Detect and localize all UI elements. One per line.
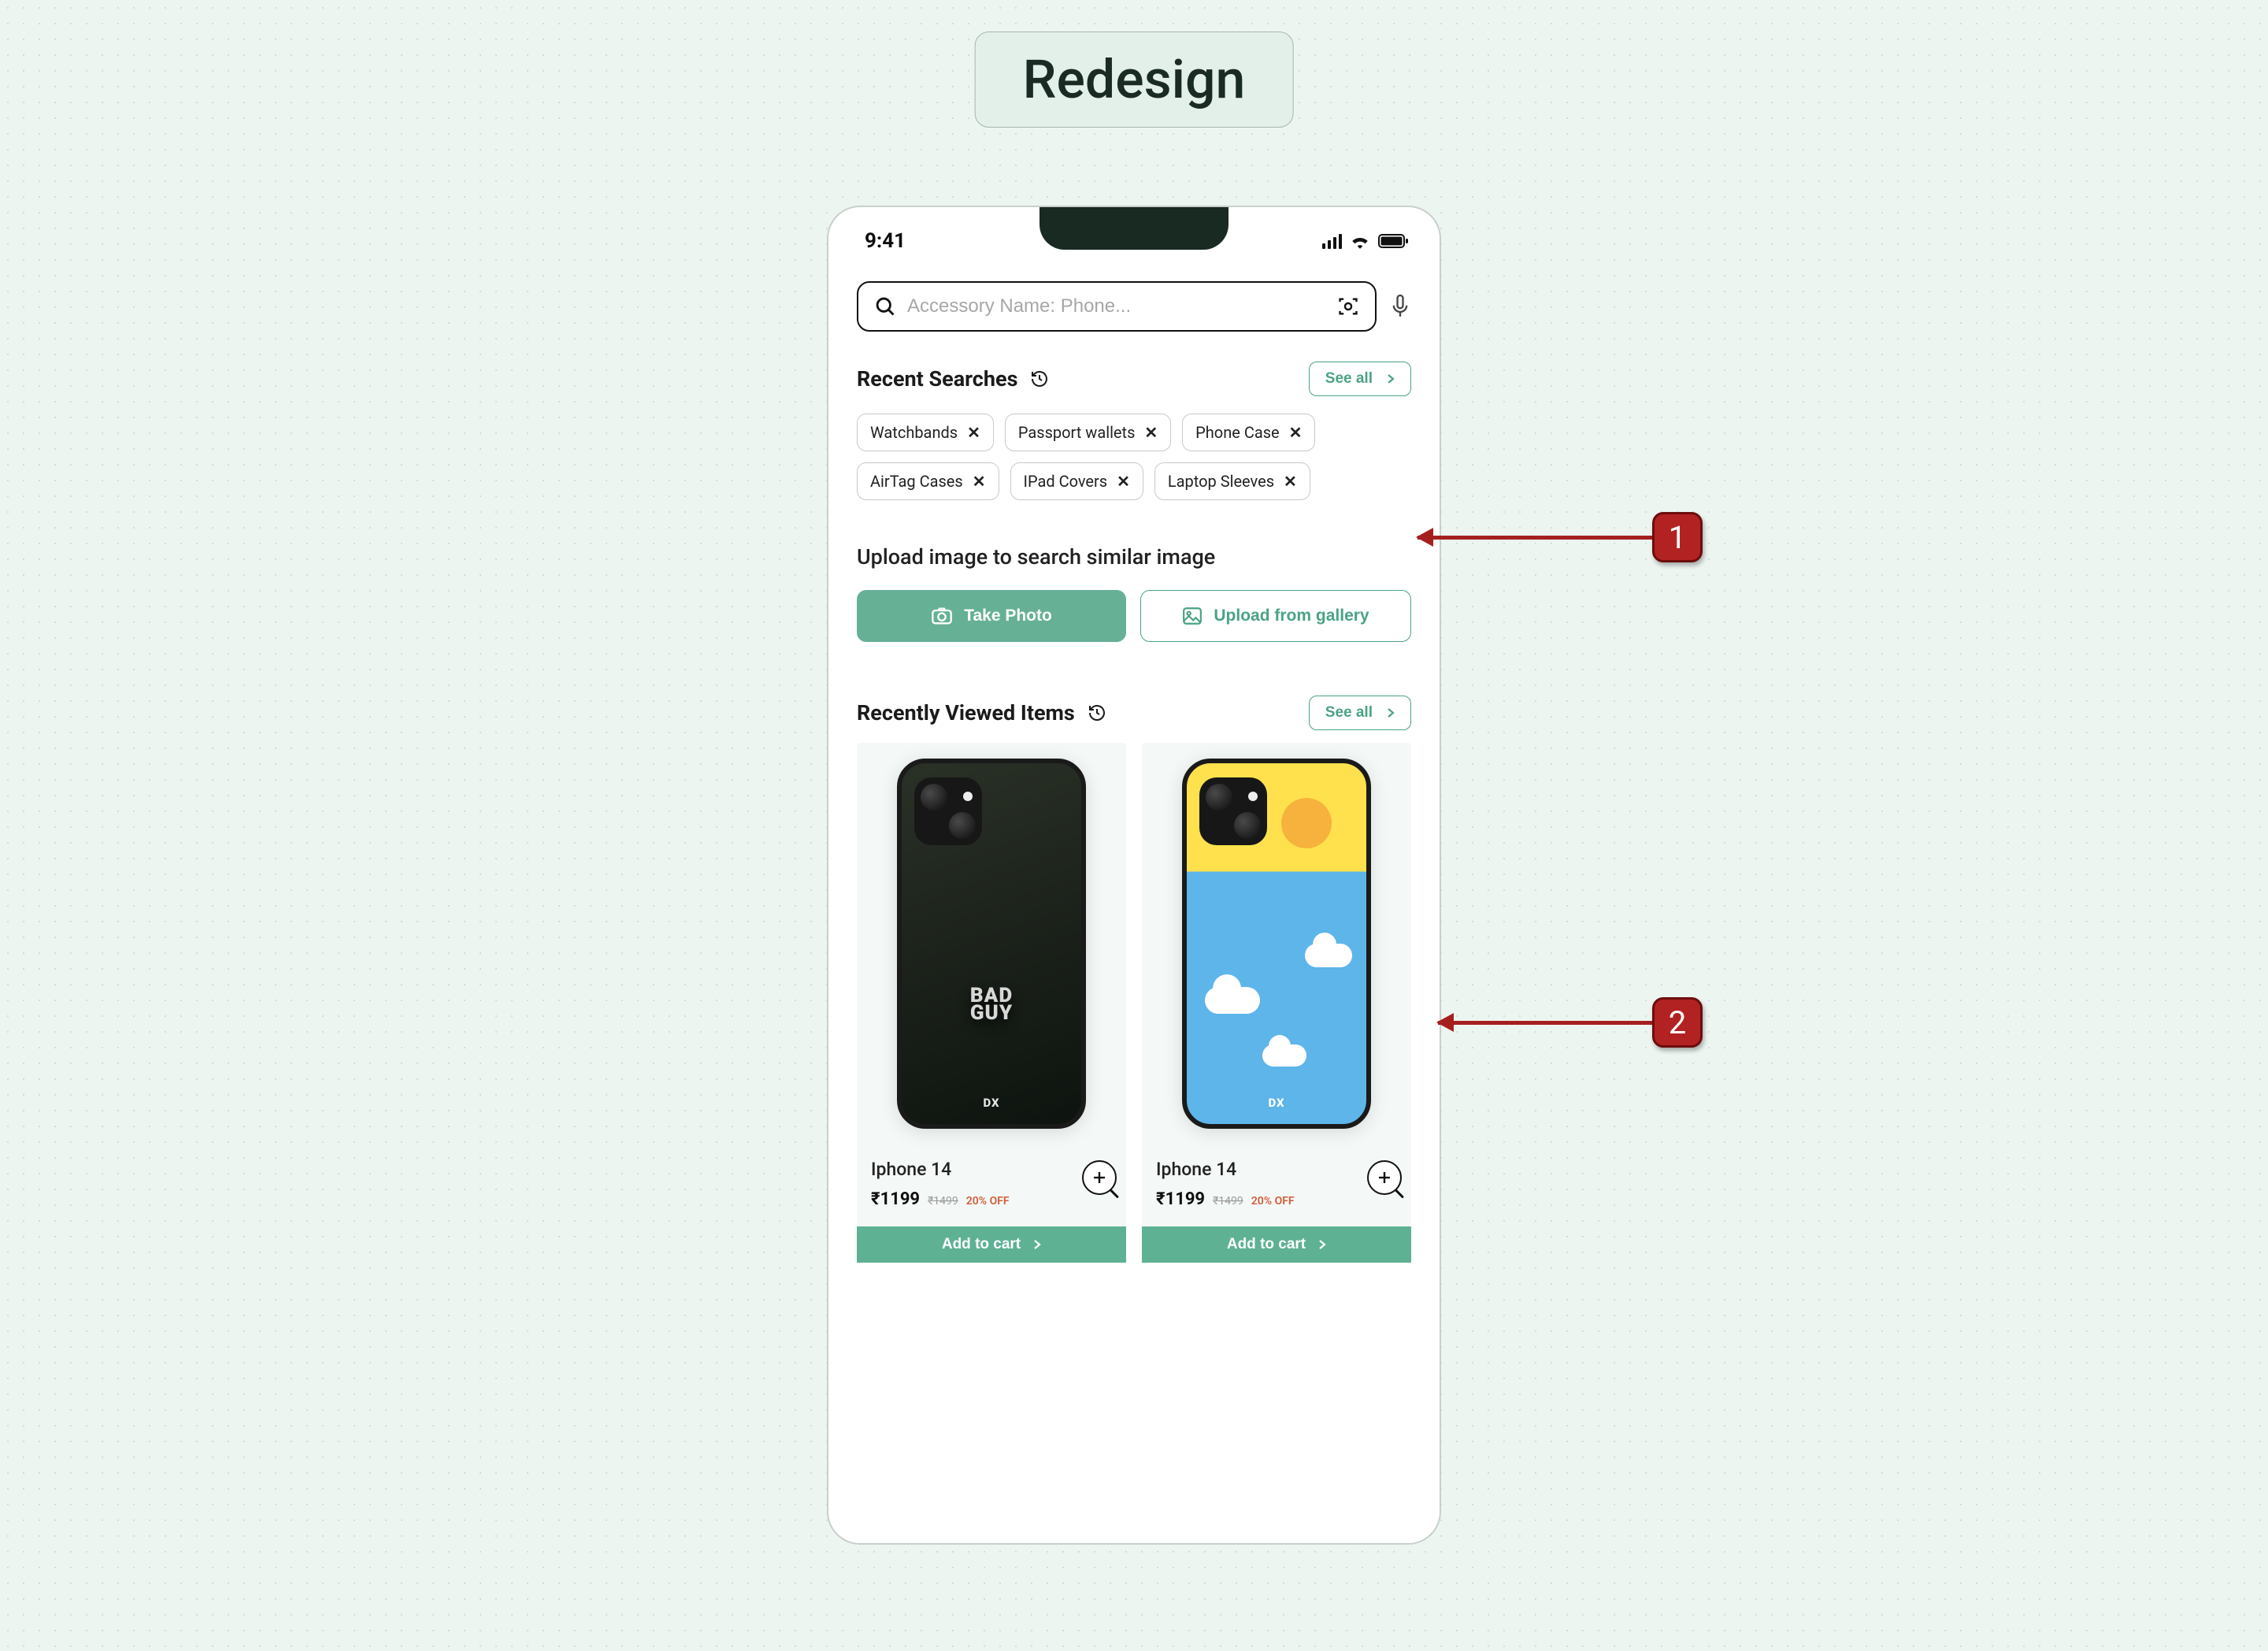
chip-label: Laptop Sleeves (1168, 472, 1274, 491)
add-cart-label: Add to cart (942, 1236, 1021, 1253)
chevron-right-icon (1387, 373, 1395, 384)
products-row: BADGUY DX Iphone 14 ₹1199 ₹1499 20% OFF … (828, 743, 1440, 1263)
chip-watchbands[interactable]: Watchbands ✕ (857, 414, 994, 451)
product-image: BADGUY DX (857, 743, 1126, 1145)
page-title-badge: Redesign (975, 32, 1294, 128)
chevron-right-icon (1318, 1239, 1326, 1250)
see-all-recent-button[interactable]: See all (1309, 362, 1411, 396)
zoom-button[interactable] (1367, 1160, 1402, 1195)
battery-icon (1378, 233, 1410, 249)
search-box[interactable] (857, 281, 1377, 332)
annotation-marker-1: 1 (1652, 512, 1703, 562)
status-time: 9:41 (865, 229, 906, 253)
zoom-button[interactable] (1082, 1160, 1117, 1195)
chip-laptop-sleeves[interactable]: Laptop Sleeves ✕ (1154, 462, 1310, 500)
see-all-label: See all (1325, 370, 1373, 388)
close-icon[interactable]: ✕ (1289, 423, 1303, 442)
product-orig-price: ₹1499 (1213, 1195, 1243, 1208)
chip-passport-wallets[interactable]: Passport wallets ✕ (1005, 414, 1171, 451)
recent-title: Recent Searches (857, 366, 1017, 391)
upload-gallery-button[interactable]: Upload from gallery (1140, 590, 1411, 642)
annotation-marker-2: 2 (1652, 997, 1703, 1048)
image-icon (1182, 607, 1203, 625)
add-cart-label: Add to cart (1227, 1236, 1306, 1253)
chip-airtag-cases[interactable]: AirTag Cases ✕ (857, 462, 999, 500)
product-card[interactable]: BADGUY DX Iphone 14 ₹1199 ₹1499 20% OFF … (857, 743, 1126, 1263)
plus-icon (1377, 1170, 1392, 1185)
see-all-label: See all (1325, 704, 1373, 722)
search-input[interactable] (907, 295, 1326, 317)
close-icon[interactable]: ✕ (1117, 472, 1130, 491)
take-photo-button[interactable]: Take Photo (857, 590, 1126, 642)
chip-label: Phone Case (1195, 423, 1279, 442)
recent-searches-section: Recent Searches See all Watchbands ✕ Pass… (828, 339, 1440, 642)
chip-ipad-covers[interactable]: IPad Covers ✕ (1010, 462, 1143, 500)
product-discount: 20% OFF (1251, 1195, 1295, 1208)
wifi-icon (1350, 233, 1370, 249)
device-notch (1040, 206, 1228, 250)
mic-icon[interactable] (1389, 293, 1411, 320)
annotation-arrow-1 (1418, 536, 1654, 540)
scan-icon[interactable] (1337, 295, 1359, 317)
recent-chips: Watchbands ✕ Passport wallets ✕ Phone Case… (857, 414, 1411, 500)
search-icon (874, 295, 896, 317)
chevron-right-icon (1387, 707, 1395, 718)
take-photo-label: Take Photo (964, 607, 1052, 625)
history-icon (1088, 703, 1106, 722)
status-right (1322, 233, 1410, 249)
recently-viewed-section: Recently Viewed Items See all (828, 673, 1440, 748)
close-icon[interactable]: ✕ (967, 423, 980, 442)
chip-label: Watchbands (870, 423, 958, 442)
product-name: Iphone 14 (871, 1159, 1112, 1180)
product-image: DX (1142, 743, 1411, 1145)
camera-icon (931, 607, 953, 625)
close-icon[interactable]: ✕ (1284, 472, 1297, 491)
product-discount: 20% OFF (966, 1195, 1010, 1208)
annotation-arrow-2 (1438, 1021, 1654, 1025)
phone-frame: 9:41 Recent Searches See all Watchb (827, 206, 1441, 1545)
viewed-title: Recently Viewed Items (857, 700, 1075, 725)
add-to-cart-button[interactable]: Add to cart (857, 1226, 1126, 1263)
chevron-right-icon (1033, 1239, 1041, 1250)
product-price: ₹1199 (1156, 1189, 1205, 1209)
chip-label: IPad Covers (1024, 472, 1108, 491)
history-icon (1030, 369, 1049, 388)
product-name: Iphone 14 (1156, 1159, 1397, 1180)
see-all-viewed-button[interactable]: See all (1309, 696, 1411, 730)
signal-icon (1322, 233, 1343, 249)
plus-icon (1091, 1170, 1107, 1185)
chip-label: AirTag Cases (870, 472, 963, 491)
chip-label: Passport wallets (1018, 423, 1136, 442)
close-icon[interactable]: ✕ (1144, 423, 1158, 442)
product-card[interactable]: DX Iphone 14 ₹1199 ₹1499 20% OFF Add to … (1142, 743, 1411, 1263)
product-price: ₹1199 (871, 1189, 920, 1209)
upload-title: Upload image to search similar image (857, 544, 1411, 570)
upload-gallery-label: Upload from gallery (1214, 607, 1369, 625)
close-icon[interactable]: ✕ (973, 472, 986, 491)
search-row (828, 264, 1440, 339)
chip-phone-case[interactable]: Phone Case ✕ (1182, 414, 1315, 451)
product-orig-price: ₹1499 (928, 1195, 958, 1208)
add-to-cart-button[interactable]: Add to cart (1142, 1226, 1411, 1263)
